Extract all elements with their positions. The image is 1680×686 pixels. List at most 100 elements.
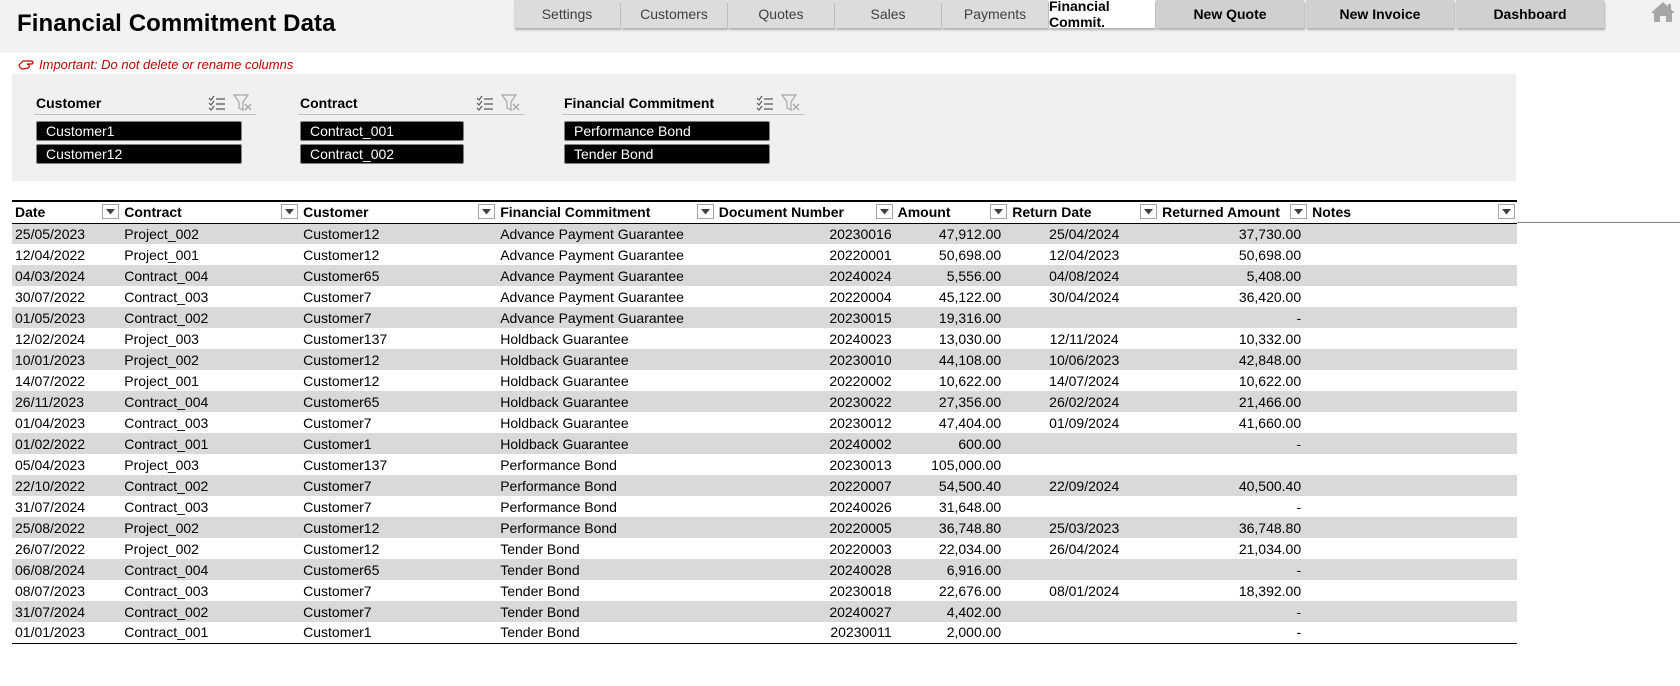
cell-document-number[interactable]: 20230013 — [716, 454, 895, 475]
table-row[interactable]: 12/02/2024 Project_003 Customer137 Holdback… — [12, 328, 1517, 349]
cell-contract[interactable]: Project_002 — [121, 223, 301, 244]
cell-amount[interactable]: 45,122.00 — [895, 286, 1010, 307]
cell-return-date[interactable]: 25/03/2023 — [1009, 517, 1160, 538]
table-row[interactable]: 14/07/2022 Project_001 Customer12 Holdback … — [12, 370, 1517, 391]
cell-contract[interactable]: Contract_003 — [121, 412, 300, 433]
filter-dropdown-button[interactable] — [1498, 204, 1515, 219]
cell-financial-commitment[interactable]: Performance Bond — [497, 517, 716, 538]
cell-customer[interactable]: Customer7 — [300, 307, 498, 328]
cell-notes[interactable] — [1309, 412, 1517, 433]
cell-returned-amount[interactable]: 42,848.00 — [1159, 349, 1310, 370]
cell-document-number[interactable]: 20240028 — [715, 559, 895, 580]
cell-contract[interactable]: Project_002 — [121, 349, 301, 370]
cell-return-date[interactable] — [1009, 496, 1159, 517]
cell-date[interactable]: 12/02/2024 — [12, 328, 121, 349]
cell-customer[interactable]: Customer137 — [300, 328, 497, 349]
cell-amount[interactable]: 5,556.00 — [894, 265, 1010, 286]
cell-customer[interactable]: Customer7 — [300, 580, 497, 601]
cell-financial-commitment[interactable]: Tender Bond — [497, 601, 716, 622]
cell-return-date[interactable] — [1009, 601, 1160, 622]
cell-contract[interactable]: Project_003 — [121, 328, 300, 349]
cell-notes[interactable] — [1309, 391, 1517, 412]
cell-document-number[interactable]: 20220003 — [716, 538, 895, 559]
table-row[interactable]: 25/05/2023 Project_002 Customer12 Advance P… — [12, 223, 1517, 244]
slicer-item[interactable]: Customer12 — [36, 144, 242, 164]
cell-contract[interactable]: Project_002 — [121, 517, 301, 538]
cell-returned-amount[interactable]: 10,622.00 — [1159, 370, 1309, 391]
table-row[interactable]: 10/01/2023 Project_002 Customer12 Holdback … — [12, 349, 1517, 370]
cell-financial-commitment[interactable]: Advance Payment Guarantee — [497, 265, 716, 286]
cell-document-number[interactable]: 20230015 — [715, 307, 895, 328]
cell-returned-amount[interactable]: 18,392.00 — [1159, 580, 1309, 601]
filter-dropdown-button[interactable] — [281, 204, 299, 219]
cell-financial-commitment[interactable]: Tender Bond — [497, 580, 716, 601]
cell-return-date[interactable]: 04/08/2024 — [1009, 265, 1160, 286]
cell-amount[interactable]: 2,000.00 — [894, 622, 1010, 644]
cell-customer[interactable]: Customer65 — [300, 559, 498, 580]
cell-financial-commitment[interactable]: Holdback Guarantee — [497, 370, 716, 391]
filter-dropdown-button[interactable] — [1140, 204, 1158, 219]
cell-amount[interactable]: 10,622.00 — [895, 370, 1010, 391]
cell-customer[interactable]: Customer12 — [300, 349, 498, 370]
cell-customer[interactable]: Customer7 — [300, 601, 498, 622]
new-quote-button[interactable]: New Quote — [1156, 0, 1304, 28]
cell-returned-amount[interactable]: 21,466.00 — [1159, 391, 1310, 412]
cell-customer[interactable]: Customer1 — [300, 433, 498, 454]
cell-date[interactable]: 25/08/2022 — [12, 517, 122, 538]
cell-financial-commitment[interactable]: Performance Bond — [497, 454, 716, 475]
cell-amount[interactable]: 19,316.00 — [894, 307, 1010, 328]
cell-return-date[interactable]: 12/11/2024 — [1009, 328, 1159, 349]
cell-returned-amount[interactable]: 40,500.40 — [1159, 475, 1310, 496]
cell-notes[interactable] — [1309, 538, 1517, 559]
cell-contract[interactable]: Contract_002 — [121, 475, 301, 496]
cell-financial-commitment[interactable]: Performance Bond — [497, 496, 716, 517]
filter-dropdown-button[interactable] — [696, 204, 714, 219]
filter-dropdown-button[interactable] — [102, 204, 120, 219]
cell-financial-commitment[interactable]: Performance Bond — [497, 475, 716, 496]
filter-dropdown-button[interactable] — [478, 204, 496, 219]
cell-return-date[interactable]: 14/07/2024 — [1009, 370, 1159, 391]
cell-amount[interactable]: 600.00 — [894, 433, 1010, 454]
cell-amount[interactable]: 105,000.00 — [895, 454, 1010, 475]
tab-quotes[interactable]: Quotes — [728, 0, 834, 28]
cell-financial-commitment[interactable]: Tender Bond — [497, 538, 716, 559]
cell-contract[interactable]: Contract_004 — [121, 391, 301, 412]
cell-date[interactable]: 25/05/2023 — [12, 223, 122, 244]
cell-return-date[interactable] — [1009, 454, 1159, 475]
cell-contract[interactable]: Contract_001 — [121, 622, 301, 644]
cell-document-number[interactable]: 20230016 — [715, 223, 895, 244]
table-row[interactable]: 22/10/2022 Contract_002 Customer7 Performan… — [12, 475, 1517, 496]
table-row[interactable]: 08/07/2023 Contract_003 Customer7 Tender Bo… — [12, 580, 1517, 601]
cell-contract[interactable]: Contract_004 — [121, 559, 301, 580]
cell-document-number[interactable]: 20230018 — [716, 580, 895, 601]
cell-amount[interactable]: 47,404.00 — [895, 412, 1010, 433]
multi-select-icon[interactable] — [472, 92, 498, 114]
cell-returned-amount[interactable]: 5,408.00 — [1159, 265, 1310, 286]
slicer-item[interactable]: Performance Bond — [564, 121, 770, 141]
table-row[interactable]: 31/07/2024 Contract_003 Customer7 Performan… — [12, 496, 1517, 517]
cell-date[interactable]: 26/07/2022 — [12, 538, 121, 559]
cell-customer[interactable]: Customer7 — [300, 475, 498, 496]
cell-returned-amount[interactable]: - — [1159, 496, 1309, 517]
cell-contract[interactable]: Contract_004 — [121, 265, 301, 286]
cell-financial-commitment[interactable]: Tender Bond — [497, 559, 716, 580]
cell-notes[interactable] — [1309, 349, 1517, 370]
cell-date[interactable]: 12/04/2022 — [12, 244, 121, 265]
table-row[interactable]: 12/04/2022 Project_001 Customer12 Advance P… — [12, 244, 1517, 265]
cell-document-number[interactable]: 20230010 — [715, 349, 895, 370]
cell-notes[interactable] — [1309, 601, 1517, 622]
cell-contract[interactable]: Contract_002 — [121, 307, 301, 328]
cell-return-date[interactable] — [1009, 433, 1160, 454]
cell-amount[interactable]: 54,500.40 — [894, 475, 1010, 496]
slicer-item[interactable]: Customer1 — [36, 121, 242, 141]
cell-customer[interactable]: Customer7 — [300, 412, 497, 433]
cell-contract[interactable]: Contract_003 — [121, 286, 300, 307]
cell-document-number[interactable]: 20240002 — [715, 433, 895, 454]
tab-payments[interactable]: Payments — [942, 0, 1048, 28]
home-button[interactable] — [1646, 0, 1680, 24]
cell-contract[interactable]: Contract_003 — [121, 496, 300, 517]
cell-returned-amount[interactable]: - — [1159, 622, 1310, 644]
filter-dropdown-button[interactable] — [875, 204, 893, 219]
cell-return-date[interactable]: 26/04/2024 — [1009, 538, 1159, 559]
cell-document-number[interactable]: 20240023 — [716, 328, 895, 349]
